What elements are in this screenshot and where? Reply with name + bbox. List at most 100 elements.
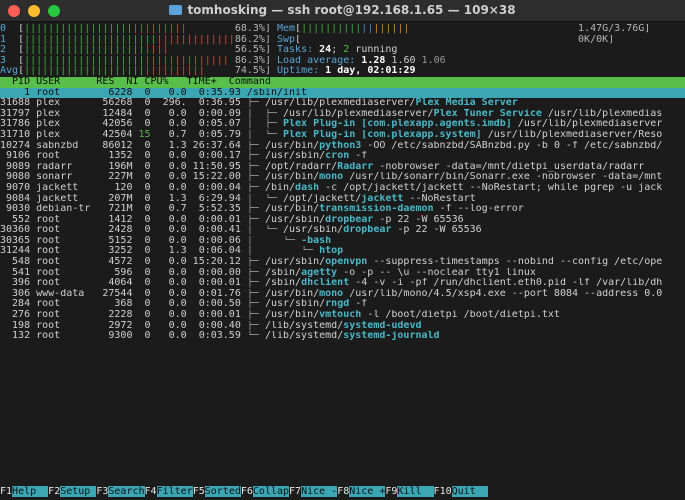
- fkey-label: Sorted: [204, 486, 241, 497]
- tree-glyph: │ ├─: [240, 108, 283, 119]
- process-row[interactable]: 30360 root 2428 0 0.0 0:00.41 │ └─ /usr/…: [0, 225, 685, 236]
- htop-screen[interactable]: 0 [||||||||||||||||||||||||||| 68.3%] Me…: [0, 24, 685, 342]
- process-row[interactable]: 552 root 1412 0 0.0 0:00.01 ├─ /usr/sbin…: [0, 215, 685, 226]
- cpu-meter-row: 1 [|||||||||||||||||||||||||||||||||||86…: [0, 35, 685, 46]
- command-args: -4 -v -i -pf /run/dhclient.eth0.pid -lf …: [349, 278, 663, 289]
- nice: 0: [138, 119, 157, 130]
- process-row[interactable]: 198 root 2972 0 0.0 0:00.40 ├─ /lib/syst…: [0, 321, 685, 332]
- fkey-f9[interactable]: F9Kill: [385, 486, 434, 497]
- cpu-id: Avg: [0, 66, 19, 77]
- fkey-key: F4: [144, 486, 157, 497]
- res: 207M: [102, 193, 139, 204]
- tree-glyph: │ ├─: [240, 119, 283, 130]
- process-row[interactable]: 30365 root 5152 0 0.0 0:00.06 │ └─ -bash: [0, 236, 685, 247]
- time: 0:00.01: [192, 214, 241, 225]
- fkey-f1[interactable]: F1Help: [0, 486, 49, 497]
- fkey-f8[interactable]: F8Nice +: [337, 486, 386, 497]
- process-row[interactable]: 9070 jackett 120 0 0.0 0:00.04 ├─ /bin/d…: [0, 183, 685, 194]
- load-label: Load average:: [277, 55, 362, 66]
- time: 0:35.93: [192, 87, 241, 98]
- user: plex: [36, 98, 103, 109]
- fkey-label: Quit: [451, 486, 488, 497]
- process-row[interactable]: 31244 root 3252 0 1.3 0:06.04 │ └─ htop: [0, 246, 685, 257]
- cpu: 0.0: [156, 299, 193, 310]
- process-row[interactable]: 9106 root 1352 0 0.0 0:00.17 ├─ /usr/sbi…: [0, 151, 685, 162]
- process-row[interactable]: 9080 sonarr 227M 0 0.0 15:22.00 ├─ /usr/…: [0, 172, 685, 183]
- process-row[interactable]: 284 root 368 0 0.0 0:00.50 ├─ /usr/sbin/…: [0, 299, 685, 310]
- command-path: /usr/sbin/: [264, 299, 326, 310]
- cpu-pct: 86.2%]: [234, 34, 271, 45]
- command-args: -f: [349, 151, 368, 162]
- command-path: /usr/bin/: [264, 204, 320, 215]
- process-row[interactable]: 31710 plex 42504 15 0.7 0:05.79 │ └─ Ple…: [0, 130, 685, 141]
- cpu-id: 3: [0, 55, 19, 66]
- time: 6:29.94: [192, 193, 241, 204]
- process-row[interactable]: 276 root 2228 0 0.0 0:00.01 ├─ /usr/bin/…: [0, 310, 685, 321]
- command-path: /usr/lib/plexmediaserver/: [283, 108, 434, 119]
- pid: 31710: [0, 129, 37, 140]
- res: 12484: [102, 108, 139, 119]
- nice: 0: [138, 278, 157, 289]
- cpu-id: 1: [0, 34, 19, 45]
- pid: 9030: [0, 204, 37, 215]
- res: 42056: [102, 119, 139, 130]
- res: 86012: [102, 140, 139, 151]
- nice: 0: [138, 331, 157, 342]
- command-path: /sbin/init: [246, 87, 308, 98]
- tree-glyph: ├─: [240, 288, 265, 299]
- fkey-key: F3: [96, 486, 109, 497]
- tree-glyph: ├─: [240, 267, 265, 278]
- process-row[interactable]: 306 www-data 27544 0 0.0 0:01.76 ├─ /usr…: [0, 289, 685, 300]
- pid: 10274: [0, 140, 37, 151]
- command-path: /usr/sbin/: [264, 214, 326, 225]
- tasks-suffix: running: [349, 45, 398, 56]
- res: 5152: [102, 235, 139, 246]
- process-row[interactable]: 31797 plex 12484 0 0.0 0:00.09 │ ├─ /usr…: [0, 109, 685, 120]
- process-row[interactable]: 548 root 4572 0 0.0 15:20.12 ├─ /usr/sbi…: [0, 257, 685, 268]
- user: jackett: [36, 182, 103, 193]
- cpu-bar: ||||||||||||||||||||: [24, 66, 145, 77]
- process-row[interactable]: 10274 sabnzbd 86012 0 1.3 26:37.64 ├─ /u…: [0, 141, 685, 152]
- command-name: mono: [319, 172, 344, 183]
- fkey-key: F2: [48, 486, 61, 497]
- command-path: /usr/bin/: [264, 310, 320, 321]
- process-row[interactable]: 31688 plex 56268 0 296. 0:36.95 ├─ /usr/…: [0, 98, 685, 109]
- process-row[interactable]: 396 root 4064 0 0.0 0:00.01 ├─ /sbin/dhc…: [0, 278, 685, 289]
- user: plex: [36, 119, 103, 130]
- res: 120: [102, 182, 139, 193]
- fkey-f3[interactable]: F3Search: [96, 486, 145, 497]
- process-row[interactable]: 132 root 9300 0 0.0 0:03.59 └─ /lib/syst…: [0, 331, 685, 342]
- fkey-f6[interactable]: F6Collap: [240, 486, 290, 497]
- process-row[interactable]: 1 root 6228 0 0.0 0:35.93 /sbin/init: [0, 87, 685, 99]
- nice: 0: [138, 204, 157, 215]
- command-path: /usr/bin/: [264, 172, 320, 183]
- tree-glyph: ├─: [240, 140, 265, 151]
- cpu-id: 0: [0, 24, 19, 34]
- fkey-f4[interactable]: F4Filter: [144, 486, 193, 497]
- cpu: 0.0: [156, 108, 193, 119]
- pid: 9084: [0, 193, 37, 204]
- fkey-f5[interactable]: F5Sorted: [192, 486, 241, 497]
- fkey-f2[interactable]: F2Setup: [48, 486, 97, 497]
- command-name: dropbear: [343, 225, 392, 236]
- fkey-f7[interactable]: F7Nice -: [289, 486, 338, 497]
- column-headers: PID USER RES NI CPU% TIME+ Command: [0, 76, 685, 87]
- pid: 31797: [0, 108, 37, 119]
- cpu-pct: 86.3%]: [234, 55, 271, 66]
- load-1: 1.28: [361, 55, 386, 66]
- command-name: rngd: [325, 299, 350, 310]
- process-row[interactable]: 541 root 596 0 0.0 0:00.00 ├─ /sbin/aget…: [0, 268, 685, 279]
- process-row[interactable]: 9030 debian-tr 721M 0 0.7 5:52.35 ├─ /us…: [0, 204, 685, 215]
- pid: 31688: [0, 98, 37, 109]
- process-row[interactable]: 31786 plex 42056 0 0.0 0:05.07 │ ├─ Plex…: [0, 119, 685, 130]
- command-name: Plex Plug-in [com.plexapp.system]: [283, 129, 482, 140]
- tree-glyph: │ └─: [240, 193, 283, 204]
- fkey-f10[interactable]: F10Quit: [433, 486, 488, 497]
- res: 42504: [102, 129, 139, 140]
- command-args: -f --log-error: [433, 204, 524, 215]
- fkey-key: F9: [385, 486, 398, 497]
- process-row[interactable]: 9084 jackett 207M 0 1.3 6:29.94 │ └─ /op…: [0, 194, 685, 205]
- process-row[interactable]: 9089 radarr 196M 0 0.0 11:50.95 ├─ /opt/…: [0, 162, 685, 173]
- cpu-meter-row: Avg[|||||||||||||||||||||||||||||| 74.5%…: [0, 66, 685, 77]
